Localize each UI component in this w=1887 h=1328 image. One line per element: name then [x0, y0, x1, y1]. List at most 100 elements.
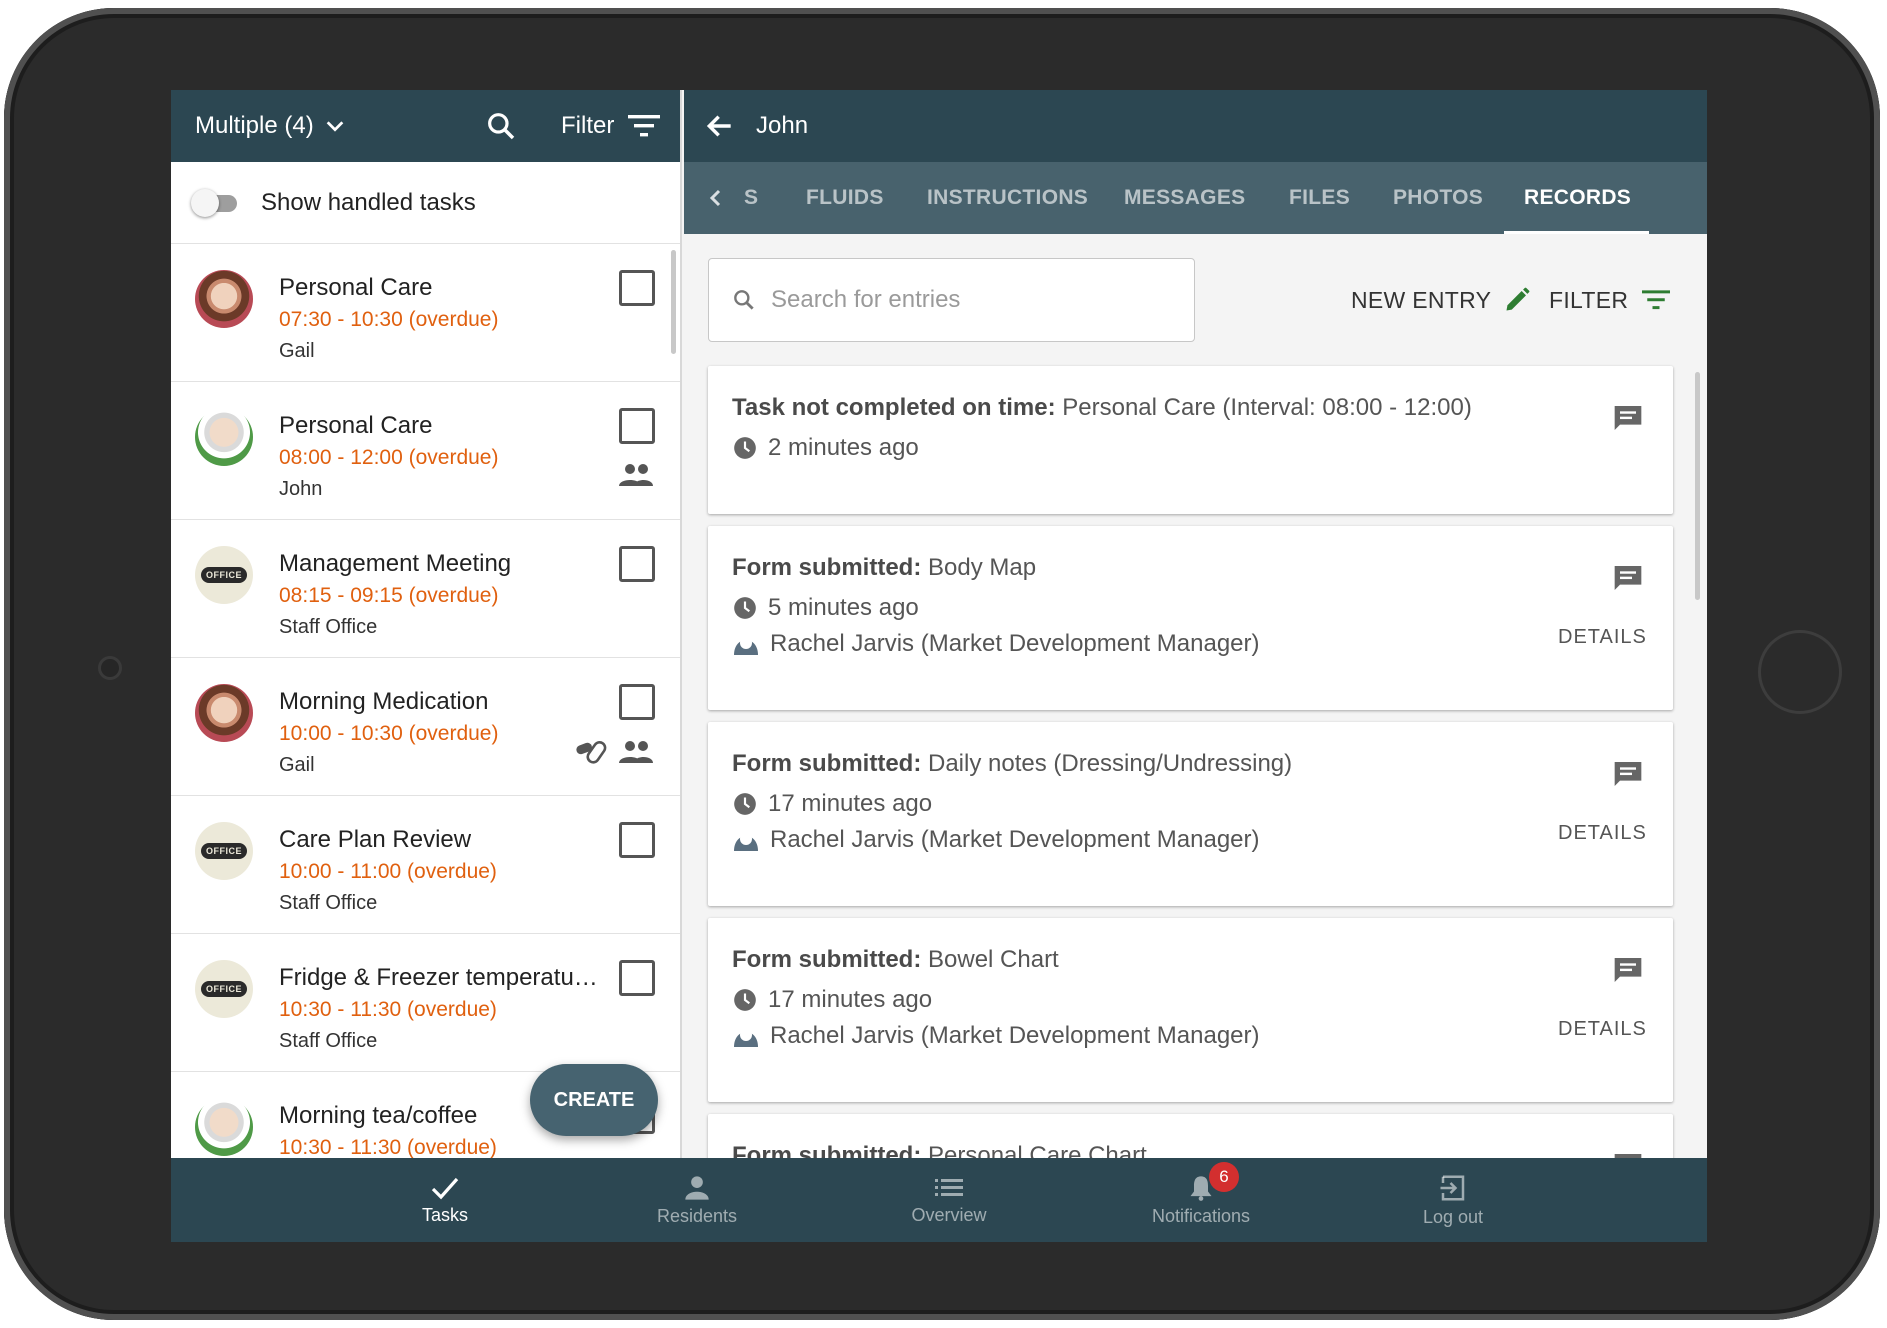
back-arrow-icon[interactable] [704, 110, 736, 142]
record-time: 5 minutes ago [768, 594, 919, 621]
task-resident: Staff Office [279, 1030, 378, 1052]
show-handled-row: Show handled tasks [171, 162, 680, 244]
nav-notifications[interactable]: Notifications 6 [1121, 1158, 1281, 1242]
task-checkbox[interactable] [619, 546, 655, 582]
clock-icon [734, 989, 756, 1011]
tab-s[interactable]: S [744, 162, 758, 234]
people-icon [619, 741, 653, 763]
details-button[interactable]: DETAILS [1558, 626, 1647, 649]
nav-tasks[interactable]: Tasks [365, 1158, 525, 1242]
task-checkbox[interactable] [619, 270, 655, 306]
avatar: OFFICE [195, 546, 253, 604]
record-card[interactable]: Form submitted: Body Map 5 minutes ago R… [708, 526, 1673, 710]
person-icon [734, 1029, 758, 1047]
records-search[interactable] [708, 258, 1195, 342]
new-entry-button[interactable]: NEW ENTRY [1351, 258, 1531, 342]
record-time: 17 minutes ago [768, 986, 933, 1013]
record-person-row: Rachel Jarvis (Market Development Manage… [732, 630, 1260, 658]
details-button[interactable]: DETAILS [1558, 822, 1647, 845]
task-item[interactable]: OFFICE Care Plan Review 10:00 - 11:00 (o… [171, 796, 680, 934]
record-card[interactable]: Form submitted: Personal Care Chart [708, 1114, 1673, 1158]
record-card[interactable]: Task not completed on time: Personal Car… [708, 366, 1673, 514]
nav-overview[interactable]: Overview [869, 1158, 1029, 1242]
task-filter-button[interactable]: Filter [561, 90, 661, 162]
task-item[interactable]: Personal Care 08:00 - 12:00 (overdue) Jo… [171, 382, 680, 520]
record-prefix: Form submitted: [732, 554, 922, 581]
task-title: Morning Medication [279, 688, 489, 715]
task-title: Management Meeting [279, 550, 512, 577]
nav-residents[interactable]: Residents [617, 1158, 777, 1242]
record-title: Form submitted: Body Map [732, 554, 1036, 582]
task-resident: Gail [279, 340, 315, 362]
tab-photos[interactable]: PHOTOS [1393, 162, 1483, 234]
record-time: 2 minutes ago [768, 434, 919, 461]
task-list-scrollbar[interactable] [671, 250, 676, 354]
record-person-row: Rachel Jarvis (Market Development Manage… [732, 826, 1260, 854]
task-resident: Gail [279, 754, 315, 776]
tab-messages[interactable]: MESSAGES [1124, 162, 1245, 234]
task-item[interactable]: OFFICE Fridge & Freezer temperatur... 10… [171, 934, 680, 1072]
tab-records[interactable]: RECORDS [1524, 162, 1631, 234]
task-time: 08:15 - 09:15 (overdue) [279, 584, 499, 607]
task-icons [574, 738, 654, 766]
records-search-input[interactable] [771, 286, 1171, 314]
create-button[interactable]: CREATE [530, 1064, 658, 1136]
task-checkbox[interactable] [619, 822, 655, 858]
record-text: Personal Care (Interval: 08:00 - 12:00) [1062, 394, 1472, 421]
comment-icon[interactable] [1612, 402, 1644, 434]
office-badge: OFFICE [201, 567, 247, 583]
home-button[interactable] [1758, 630, 1842, 714]
avatar [195, 408, 253, 466]
record-title: Task not completed on time: Personal Car… [732, 394, 1472, 422]
task-resident: John [279, 478, 323, 500]
task-checkbox[interactable] [619, 960, 655, 996]
task-pane: Multiple (4) Filter Show handled tasks P… [171, 90, 682, 1158]
record-time-row: 17 minutes ago [732, 790, 932, 818]
comment-icon[interactable] [1612, 562, 1644, 594]
search-icon[interactable] [485, 110, 517, 142]
comment-icon[interactable] [1612, 954, 1644, 986]
person-icon [734, 833, 758, 851]
record-text: Body Map [928, 554, 1037, 581]
task-item[interactable]: OFFICE Management Meeting 08:15 - 09:15 … [171, 520, 680, 658]
task-time: 10:30 - 11:30 (overdue) [279, 1136, 497, 1158]
person-icon [734, 637, 758, 655]
record-person: Rachel Jarvis (Market Development Manage… [770, 826, 1260, 853]
task-checkbox[interactable] [619, 684, 655, 720]
context-select[interactable]: Multiple (4) [195, 90, 346, 162]
record-text: Daily notes (Dressing/Undressing) [928, 750, 1293, 777]
avatar [195, 1098, 253, 1156]
chevron-down-icon [326, 121, 344, 132]
tab-files[interactable]: FILES [1289, 162, 1350, 234]
show-handled-label: Show handled tasks [261, 188, 476, 216]
record-title: Form submitted: Daily notes (Dressing/Un… [732, 750, 1292, 778]
task-resident: Staff Office [279, 892, 378, 914]
chevron-left-icon[interactable] [704, 184, 728, 212]
record-prefix: Form submitted: [732, 1142, 922, 1158]
record-card[interactable]: Form submitted: Daily notes (Dressing/Un… [708, 722, 1673, 906]
task-time: 07:30 - 10:30 (overdue) [279, 308, 499, 331]
record-time-row: 5 minutes ago [732, 594, 919, 622]
details-button[interactable]: DETAILS [1558, 1018, 1647, 1041]
records-scrollbar[interactable] [1695, 372, 1700, 600]
task-checkbox[interactable] [619, 408, 655, 444]
records-filter-button[interactable]: FILTER [1549, 258, 1671, 342]
avatar [195, 270, 253, 328]
records-filter-label: FILTER [1549, 286, 1629, 313]
record-text: Bowel Chart [928, 946, 1059, 973]
record-person: Rachel Jarvis (Market Development Manage… [770, 630, 1260, 657]
comment-icon[interactable] [1612, 1150, 1644, 1158]
active-tab-indicator [1504, 231, 1649, 234]
task-item[interactable]: Morning Medication 10:00 - 10:30 (overdu… [171, 658, 680, 796]
task-list: Personal Care 07:30 - 10:30 (overdue) Ga… [171, 244, 680, 1158]
record-card[interactable]: Form submitted: Bowel Chart 17 minutes a… [708, 918, 1673, 1102]
tab-fluids[interactable]: FLUIDS [806, 162, 884, 234]
comment-icon[interactable] [1612, 758, 1644, 790]
task-filter-label: Filter [561, 112, 615, 139]
filter-icon [628, 115, 661, 137]
tab-instructions[interactable]: INSTRUCTIONS [927, 162, 1088, 234]
task-item[interactable]: Personal Care 07:30 - 10:30 (overdue) Ga… [171, 244, 680, 382]
show-handled-toggle[interactable] [191, 186, 243, 220]
nav-logout[interactable]: Log out [1373, 1158, 1533, 1242]
avatar: OFFICE [195, 822, 253, 880]
